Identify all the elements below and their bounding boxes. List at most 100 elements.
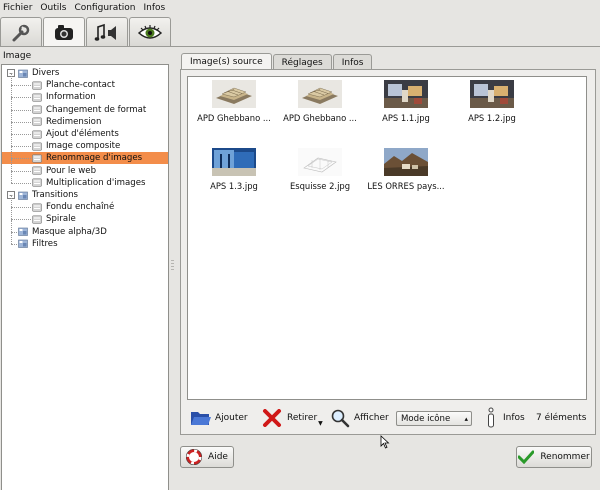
tree-item[interactable]: Fondu enchaîné bbox=[2, 195, 168, 213]
dropdown-arrow-icon: ▼ bbox=[318, 419, 323, 427]
thumbnail-image bbox=[384, 148, 428, 176]
tree-item[interactable]: Renommage d'images bbox=[2, 146, 168, 165]
mouse-cursor-icon bbox=[380, 435, 390, 449]
tab-settings[interactable]: Réglages bbox=[272, 54, 332, 70]
plugin-icon bbox=[32, 81, 42, 90]
thumbnail-caption: Esquisse 2.jpg bbox=[289, 181, 351, 191]
tree-item-label: Fondu enchaîné bbox=[46, 202, 115, 213]
tree-item[interactable]: Spirale bbox=[2, 207, 168, 225]
tree-item-label: Ajout d'éléments bbox=[46, 129, 119, 139]
rename-label: Renommer bbox=[540, 452, 590, 462]
view-tab[interactable] bbox=[129, 17, 171, 47]
tree-connector bbox=[11, 146, 31, 148]
remove-images-button[interactable]: Retirer ▼ bbox=[262, 406, 323, 430]
menu-file[interactable]: Fichier bbox=[3, 3, 32, 13]
menu-configuration[interactable]: Configuration bbox=[74, 3, 135, 13]
tab-info[interactable]: Infos bbox=[332, 54, 373, 70]
menu-tools[interactable]: Outils bbox=[40, 3, 66, 13]
tree-item[interactable]: Changement de format bbox=[2, 97, 168, 116]
tree-item[interactable]: Information bbox=[2, 85, 168, 103]
image-thumbnail-item[interactable]: LES ORRES pays... bbox=[364, 148, 448, 191]
wrench-icon bbox=[12, 24, 30, 41]
tree-connector bbox=[11, 219, 31, 221]
tree-connector bbox=[11, 85, 31, 87]
category-toolbar bbox=[0, 17, 171, 47]
image-actions-bar: Ajouter Retirer ▼ Afficher Mode icône ▴ … bbox=[188, 406, 588, 430]
eye-icon bbox=[137, 24, 163, 39]
audio-tab[interactable] bbox=[86, 17, 128, 47]
tree-connector bbox=[11, 158, 12, 171]
plugin-icon bbox=[32, 166, 42, 175]
tree-connector bbox=[11, 158, 31, 160]
tree-item[interactable]: Redimension bbox=[2, 109, 168, 128]
thumbnail-caption: APS 1.1.jpg bbox=[382, 113, 430, 123]
tree-connector bbox=[11, 85, 12, 98]
help-button[interactable]: Aide bbox=[180, 446, 234, 468]
thumbnail-caption: APD Ghebbano ... bbox=[283, 113, 357, 123]
thumbnail-caption: APS 1.3.jpg bbox=[210, 181, 258, 191]
image-tab[interactable] bbox=[43, 17, 85, 47]
tools-tab[interactable] bbox=[0, 17, 42, 47]
music-speaker-icon bbox=[94, 23, 116, 41]
view-mode-select[interactable]: Mode icône ▴ bbox=[396, 411, 472, 426]
thumbnail-image bbox=[212, 148, 256, 176]
thumbnail-image bbox=[298, 80, 342, 108]
image-thumbnail-item[interactable]: APS 1.2.jpg bbox=[450, 80, 534, 123]
image-thumbnail-item[interactable]: APS 1.1.jpg bbox=[364, 80, 448, 123]
rename-button[interactable]: Renommer bbox=[516, 446, 592, 468]
thumbnail-caption: APD Ghebbano ... bbox=[197, 113, 271, 123]
image-thumbnail-item[interactable]: APD Ghebbano ... bbox=[278, 80, 362, 123]
tree-item[interactable]: – Transitions bbox=[2, 189, 168, 201]
tree-connector bbox=[11, 243, 17, 245]
tree-item[interactable]: Pour le web bbox=[2, 158, 168, 177]
image-tool-icon bbox=[55, 24, 73, 40]
tree-connector bbox=[11, 207, 12, 220]
menu-info[interactable]: Infos bbox=[143, 3, 165, 13]
tab-source-images[interactable]: Image(s) source bbox=[181, 53, 272, 70]
tree-connector bbox=[11, 195, 12, 208]
view-mode-value: Mode icône bbox=[401, 413, 451, 424]
plugin-icon bbox=[32, 142, 42, 151]
tree-item-label: Masque alpha/3D bbox=[32, 226, 107, 237]
tree-connector bbox=[11, 146, 12, 159]
tree-item[interactable]: Multiplication d'images bbox=[2, 170, 168, 189]
info-button[interactable]: Infos bbox=[486, 406, 525, 430]
folder-icon bbox=[18, 191, 28, 200]
add-images-button[interactable]: Ajouter bbox=[190, 406, 248, 430]
tree-connector bbox=[11, 109, 12, 122]
tree-connector bbox=[11, 219, 12, 232]
plugin-icon bbox=[32, 154, 42, 163]
help-label: Aide bbox=[208, 452, 228, 462]
tree-item[interactable]: Image composite bbox=[2, 134, 168, 152]
tree-item[interactable]: – Divers bbox=[2, 67, 168, 79]
tree-item-label: Image composite bbox=[46, 141, 121, 152]
thumbnail-caption: LES ORRES pays... bbox=[367, 181, 445, 191]
tree-connector bbox=[11, 97, 31, 99]
tree-item-label: Filtres bbox=[32, 238, 58, 249]
tree-connector bbox=[11, 182, 31, 184]
info-label: Infos bbox=[503, 413, 525, 423]
tree-item[interactable]: Filtres bbox=[2, 231, 168, 250]
settings-tabs: Image(s) source Réglages Infos bbox=[181, 53, 373, 70]
plugin-tree[interactable]: – Divers Planche-contact Information Changem… bbox=[1, 64, 169, 490]
tree-item[interactable]: Ajout d'éléments bbox=[2, 122, 168, 140]
tree-connector bbox=[11, 170, 12, 183]
image-thumbnail-item[interactable]: APS 1.3.jpg bbox=[192, 148, 276, 191]
tree-connector bbox=[11, 109, 31, 111]
tree-connector bbox=[11, 122, 12, 134]
image-thumbnail-item[interactable]: APD Ghebbano ... bbox=[192, 80, 276, 123]
tree-connector bbox=[11, 73, 12, 86]
menu-bar: Fichier Outils Configuration Infos bbox=[0, 0, 600, 16]
show-label: Afficher bbox=[354, 413, 389, 423]
image-icon-view[interactable]: APD Ghebbano ... APD Ghebbano ... APS 1.1.… bbox=[187, 76, 587, 400]
plugin-icon bbox=[32, 117, 42, 126]
show-image-button[interactable]: Afficher bbox=[330, 406, 389, 430]
tree-item[interactable]: Masque alpha/3D bbox=[2, 219, 168, 238]
splitter-handle[interactable] bbox=[171, 260, 174, 270]
toolbar-divider bbox=[0, 46, 600, 47]
tree-item[interactable]: Planche-contact bbox=[2, 73, 168, 91]
image-thumbnail-item[interactable]: Esquisse 2.jpg bbox=[278, 148, 362, 191]
tree-item-label: Renommage d'images bbox=[46, 153, 143, 164]
magnifier-icon bbox=[331, 409, 350, 428]
tree-connector bbox=[11, 170, 31, 172]
